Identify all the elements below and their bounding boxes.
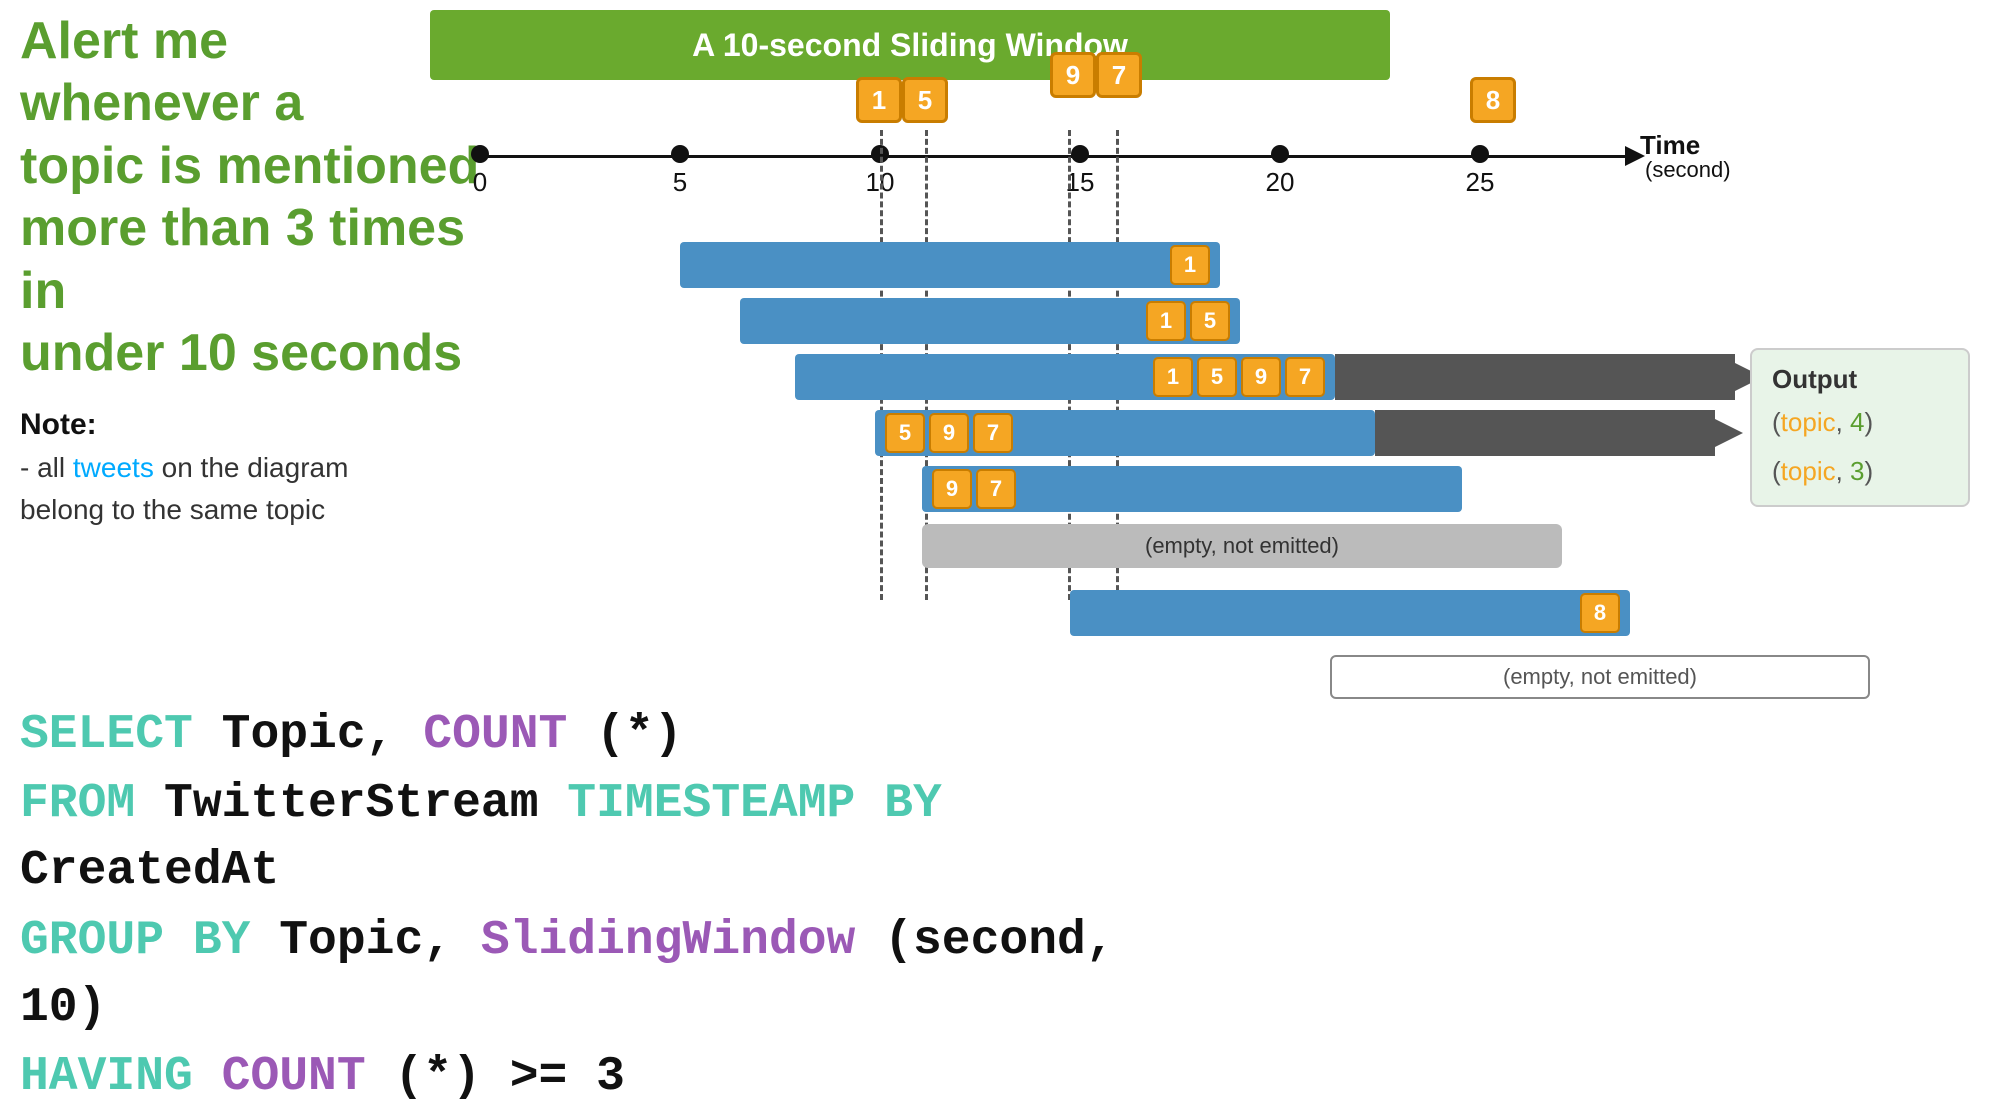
sql-timestamp: TIMESTEAMP BY — [567, 777, 941, 831]
bar-badge-5b: 5 — [1197, 357, 1237, 397]
alert-text: Alert me whenever a topic is mentioned m… — [20, 10, 480, 384]
bar-badge-7a: 7 — [1285, 357, 1325, 397]
sql-line-3: GROUP BY Topic, SlidingWindow (second, 1… — [20, 908, 1120, 1042]
event-badge-7a: 7 — [1096, 52, 1142, 98]
bar4-arrow — [1715, 419, 1743, 447]
tick-label-5: 5 — [673, 167, 687, 198]
window-bar-row3-container: 1 5 9 7 (topic, 4) — [795, 354, 1884, 400]
bar-badge-9c: 9 — [932, 469, 972, 509]
tweets-highlight: tweets — [73, 452, 154, 483]
timeline-line — [480, 155, 1630, 158]
alert-line2: topic is mentioned — [20, 137, 479, 195]
tick-label-20: 20 — [1266, 167, 1295, 198]
output-item-4: (topic, 4) — [1772, 407, 1948, 438]
time-sublabel: (second) — [1645, 157, 1731, 183]
window-bar-row5: 9 7 — [922, 466, 1462, 512]
sql-topic-1: Topic, — [222, 708, 424, 762]
sql-createdat: CreatedAt — [20, 844, 279, 898]
sql-select: SELECT — [20, 708, 193, 762]
event-badge-9: 9 — [1050, 52, 1096, 98]
sql-count-2: COUNT — [222, 1050, 366, 1104]
window-bar-row2: 1 5 — [740, 298, 1240, 344]
left-panel: Alert me whenever a topic is mentioned m… — [20, 10, 480, 531]
tick-dot-0 — [471, 145, 489, 163]
bar-badge-1b: 1 — [1146, 301, 1186, 341]
sql-having-cond: (*) >= 3 — [394, 1050, 624, 1104]
window-bar-row4-dark — [1375, 410, 1715, 456]
sql-line-4: HAVING COUNT (*) >= 3 — [20, 1044, 1120, 1111]
note-label: Note: — [20, 408, 97, 441]
sql-twitter: TwitterStream — [164, 777, 567, 831]
event-badge-8: 8 — [1470, 77, 1516, 123]
alert-line3: more than 3 times in — [20, 199, 465, 319]
sql-sliding: SlidingWindow — [481, 914, 855, 968]
alert-line1: Alert me whenever a — [20, 12, 303, 132]
window-bar-row3-blue: 1 5 9 7 — [795, 354, 1335, 400]
timeline-container: Time (second) 0 5 10 15 20 25 1 5 9 7 8 — [480, 135, 1680, 195]
bar-badge-9b: 9 — [929, 413, 969, 453]
output-item-3: (topic, 3) — [1772, 456, 1948, 487]
bar-badge-9a: 9 — [1241, 357, 1281, 397]
header-bar: A 10-second Sliding Window — [430, 10, 1390, 80]
sql-having: HAVING — [20, 1050, 193, 1104]
bar-badge-1a: 1 — [1170, 245, 1210, 285]
sql-area: SELECT Topic, COUNT (*) FROM TwitterStre… — [20, 700, 1120, 1113]
output-title: Output — [1772, 364, 1948, 395]
bar-badge-7b: 7 — [973, 413, 1013, 453]
sql-count-args-1: (*) — [596, 708, 682, 762]
window-bar-row4-container: 5 9 7 (topic, 3) — [875, 410, 1864, 456]
sql-from: FROM — [20, 777, 135, 831]
bar-badge-8: 8 — [1580, 593, 1620, 633]
sql-topic-2: Topic, — [279, 914, 481, 968]
bar-badge-5c: 5 — [885, 413, 925, 453]
tick-label-25: 25 — [1466, 167, 1495, 198]
window-bar-row4-blue: 5 9 7 — [875, 410, 1375, 456]
sql-count-1: COUNT — [423, 708, 567, 762]
bar-badge-7c: 7 — [976, 469, 1016, 509]
sql-line-2: FROM TwitterStream TIMESTEAMP BY Created… — [20, 771, 1120, 905]
empty-label-1: (empty, not emitted) — [922, 524, 1562, 568]
tick-label-0: 0 — [473, 167, 487, 198]
sql-groupby: GROUP BY — [20, 914, 250, 968]
alert-line4: under 10 seconds — [20, 324, 462, 382]
note-section: Note: - all tweets on the diagram belong… — [20, 402, 480, 531]
event-badge-5: 5 — [902, 77, 948, 123]
output-panel: Output (topic, 4) (topic, 3) — [1750, 348, 1970, 507]
diagram-area: A 10-second Sliding Window Time (second)… — [430, 0, 1992, 700]
tick-dot-20 — [1271, 145, 1289, 163]
tick-dot-25 — [1471, 145, 1489, 163]
event-badge-1: 1 — [856, 77, 902, 123]
window-bar-row3-dark — [1335, 354, 1735, 400]
window-bar-row7: 8 — [1070, 590, 1630, 636]
bar-badge-5a: 5 — [1190, 301, 1230, 341]
tick-dot-15 — [1071, 145, 1089, 163]
bar-badge-1c: 1 — [1153, 357, 1193, 397]
tick-dot-5 — [671, 145, 689, 163]
window-bar-row1: 1 — [680, 242, 1220, 288]
sql-line-1: SELECT Topic, COUNT (*) — [20, 702, 1120, 769]
empty-label-2: (empty, not emitted) — [1330, 655, 1870, 699]
